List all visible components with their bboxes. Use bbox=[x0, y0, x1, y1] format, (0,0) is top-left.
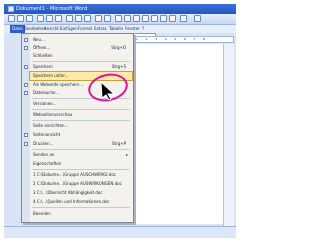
menu-item-print[interactable]: Drucken... Strg+P bbox=[24, 140, 132, 148]
menu-item-exit[interactable]: Beenden bbox=[30, 210, 132, 218]
document-page[interactable] bbox=[130, 44, 224, 224]
open-folder-icon[interactable] bbox=[17, 15, 24, 22]
menu-item-label: Als Webseite speichern... bbox=[33, 82, 84, 87]
menu-item-page-setup[interactable]: Seite einrichten... bbox=[30, 122, 132, 130]
menu-item-recent-file-1[interactable]: 1 C:\Dokume...\Gruppe AUSCHWIRKU.doc bbox=[30, 171, 132, 179]
menu-extras[interactable]: Extras bbox=[94, 25, 107, 33]
menu-item-label: Eigenschaften bbox=[33, 161, 62, 166]
menu-item-label: Seite einrichten... bbox=[33, 123, 69, 128]
menu-item-recent-file-3[interactable]: 3 C:\...\Übersicht Abhängigkeit.doc bbox=[30, 189, 132, 197]
hyperlink-icon[interactable] bbox=[115, 15, 122, 22]
menu-item-print-preview[interactable]: Seitenansicht bbox=[24, 131, 132, 139]
mouse-pointer-icon bbox=[100, 80, 116, 100]
menu-item-label: Speichern unter... bbox=[33, 73, 69, 78]
excel-table-icon[interactable] bbox=[133, 15, 140, 22]
menu-bar: Datei Bearbeiten Ansicht Einfügen Format… bbox=[4, 25, 236, 33]
menu-icon-gutter bbox=[22, 34, 30, 222]
menu-ansicht[interactable]: Ansicht bbox=[44, 25, 59, 33]
copy-icon[interactable] bbox=[75, 15, 82, 22]
menu-bearbeiten[interactable]: Bearbeiten bbox=[24, 25, 46, 33]
redo-icon[interactable] bbox=[104, 15, 111, 22]
word-app-icon bbox=[8, 6, 14, 12]
print-icon bbox=[24, 142, 28, 146]
menu-item-shortcut: Strg+P bbox=[112, 141, 126, 146]
menu-separator bbox=[32, 109, 130, 110]
window-title: Dokument1 - Microsoft Word bbox=[16, 6, 88, 12]
menu-item-label: 3 C:\...\Übersicht Abhängigkeit.doc bbox=[33, 190, 103, 195]
paste-icon[interactable] bbox=[84, 15, 91, 22]
show-formatting-icon[interactable] bbox=[169, 15, 176, 22]
print-icon[interactable] bbox=[37, 15, 44, 22]
menu-item-save[interactable]: Speichern Strg+S bbox=[24, 63, 132, 71]
print-preview-icon[interactable] bbox=[46, 15, 53, 22]
zoom-icon[interactable] bbox=[180, 15, 187, 22]
save-disk-icon bbox=[24, 65, 28, 69]
menu-item-send-to[interactable]: Senden an ▸ bbox=[30, 151, 132, 159]
menu-help[interactable]: ? bbox=[142, 25, 144, 33]
menu-separator bbox=[32, 169, 130, 170]
menu-datei[interactable]: Datei bbox=[10, 25, 25, 33]
menu-item-label: Seitenansicht bbox=[33, 132, 61, 137]
menu-item-label: 4 C:\...\Quellen und Informationen.doc bbox=[33, 199, 110, 204]
menu-separator bbox=[32, 120, 130, 121]
title-bar: Dokument1 - Microsoft Word bbox=[4, 4, 236, 14]
table-icon[interactable] bbox=[124, 15, 131, 22]
menu-item-label: Schließen bbox=[33, 53, 53, 58]
menu-einfuegen[interactable]: Einfügen bbox=[60, 25, 78, 33]
menu-item-label: Drucken... bbox=[33, 141, 54, 146]
undo-icon[interactable] bbox=[95, 15, 102, 22]
menu-fenster[interactable]: Fenster bbox=[125, 25, 140, 33]
menu-tabelle[interactable]: Tabelle bbox=[109, 25, 123, 33]
columns-icon[interactable] bbox=[142, 15, 149, 22]
spellcheck-icon[interactable] bbox=[55, 15, 62, 22]
menu-separator bbox=[32, 149, 130, 150]
help-icon[interactable] bbox=[194, 15, 201, 22]
search-icon bbox=[24, 91, 28, 95]
menu-item-label: Dateisuche... bbox=[33, 90, 60, 95]
menu-separator bbox=[32, 207, 130, 208]
menu-item-label: Beenden bbox=[33, 211, 51, 216]
menu-separator bbox=[32, 61, 130, 62]
menu-item-label: Senden an bbox=[33, 152, 55, 157]
menu-item-label: Speichern bbox=[33, 64, 53, 69]
new-document-icon bbox=[24, 38, 28, 42]
menu-item-web-preview[interactable]: Webseitenvorschau bbox=[30, 111, 132, 119]
vertical-scrollbar[interactable] bbox=[223, 44, 234, 226]
file-menu: Neu... Öffnen... Strg+O Schließen Speich… bbox=[21, 33, 134, 223]
document-map-icon[interactable] bbox=[160, 15, 167, 22]
save-disk-icon[interactable] bbox=[26, 15, 33, 22]
drawing-icon[interactable] bbox=[151, 15, 158, 22]
menu-item-properties[interactable]: Eigenschaften bbox=[30, 160, 132, 168]
menu-item-shortcut: Strg+S bbox=[111, 64, 126, 69]
menu-item-recent-file-2[interactable]: 2 C:\Dokume...\Gruppe AUSWIRKUNGEN.doc bbox=[30, 180, 132, 188]
cut-icon[interactable] bbox=[66, 15, 73, 22]
open-folder-icon bbox=[24, 46, 28, 50]
menu-item-label: Versionen... bbox=[33, 101, 57, 106]
menu-item-recent-file-4[interactable]: 4 C:\...\Quellen und Informationen.doc bbox=[30, 198, 132, 206]
menu-item-label: Webseitenvorschau bbox=[33, 112, 73, 117]
menu-item-open[interactable]: Öffnen... Strg+O bbox=[24, 44, 132, 52]
menu-item-close[interactable]: Schließen bbox=[30, 52, 132, 60]
status-bar bbox=[4, 226, 236, 237]
menu-item-label: 2 C:\Dokume...\Gruppe AUSWIRKUNGEN.doc bbox=[33, 181, 122, 186]
menu-item-new[interactable]: Neu... bbox=[24, 36, 132, 44]
menu-item-label: Öffnen... bbox=[33, 45, 51, 50]
ruler-ticks: 1 · 2 · 3 · 4 · 5 · 6 · 7 · 8 bbox=[136, 37, 207, 41]
standard-toolbar bbox=[4, 14, 236, 25]
menu-format[interactable]: Format bbox=[78, 25, 92, 33]
new-document-icon[interactable] bbox=[8, 15, 15, 22]
menu-item-shortcut: Strg+O bbox=[111, 45, 126, 50]
submenu-arrow-icon: ▸ bbox=[125, 152, 128, 157]
menu-item-versions[interactable]: Versionen... bbox=[30, 100, 132, 108]
webpage-icon bbox=[24, 83, 28, 87]
menu-item-label: Neu... bbox=[33, 37, 45, 42]
menu-item-label: 1 C:\Dokume...\Gruppe AUSCHWIRKU.doc bbox=[33, 172, 116, 177]
print-preview-icon bbox=[24, 133, 28, 137]
